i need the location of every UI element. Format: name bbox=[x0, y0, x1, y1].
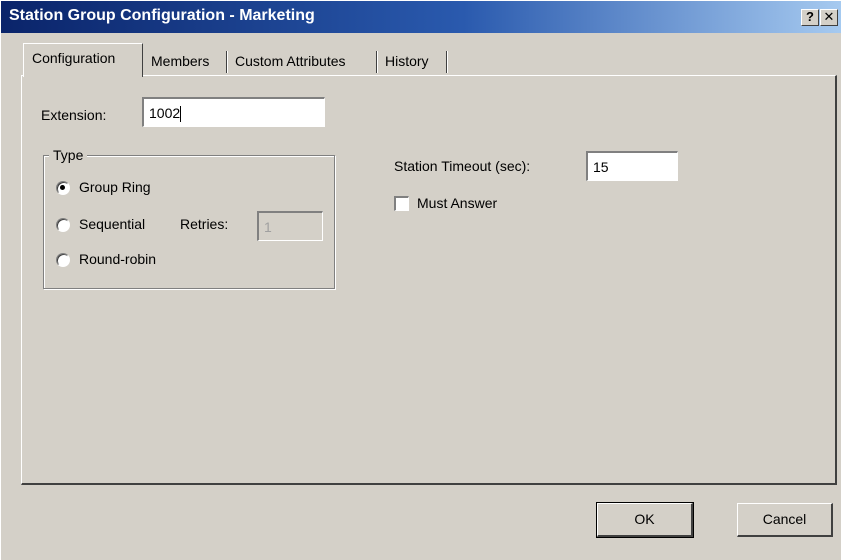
sequential-radio[interactable] bbox=[56, 218, 70, 232]
round-robin-radio[interactable] bbox=[56, 253, 70, 267]
tab-members[interactable]: Members bbox=[143, 47, 227, 75]
must-answer-label[interactable]: Must Answer bbox=[417, 195, 497, 211]
retries-value: 1 bbox=[264, 219, 272, 235]
extension-input[interactable]: 1002 bbox=[142, 97, 325, 127]
retries-label: Retries: bbox=[180, 216, 229, 232]
dialog-window: Station Group Configuration - Marketing … bbox=[0, 0, 841, 560]
text-cursor bbox=[180, 106, 182, 123]
tab-members-label: Members bbox=[151, 53, 210, 69]
title-bar[interactable]: Station Group Configuration - Marketing … bbox=[1, 1, 841, 33]
must-answer-checkbox[interactable] bbox=[394, 196, 409, 211]
extension-value: 1002 bbox=[149, 105, 181, 121]
cancel-button[interactable]: Cancel bbox=[737, 503, 833, 537]
window-title: Station Group Configuration - Marketing bbox=[9, 7, 315, 24]
group-ring-label[interactable]: Group Ring bbox=[79, 179, 151, 195]
sequential-label[interactable]: Sequential bbox=[79, 216, 145, 232]
tab-separator bbox=[446, 51, 447, 73]
type-group-title: Type bbox=[49, 147, 88, 163]
tab-history-label: History bbox=[385, 53, 429, 69]
station-timeout-label: Station Timeout (sec): bbox=[394, 158, 531, 174]
help-button[interactable]: ? bbox=[801, 9, 819, 26]
close-button[interactable]: ✕ bbox=[820, 9, 838, 26]
tab-custom-attributes-label: Custom Attributes bbox=[235, 53, 346, 69]
tab-configuration-label: Configuration bbox=[32, 50, 116, 66]
retries-input[interactable]: 1 bbox=[257, 211, 323, 241]
station-timeout-input[interactable]: 15 bbox=[586, 151, 678, 181]
round-robin-label[interactable]: Round-robin bbox=[79, 251, 156, 267]
tab-custom-attributes[interactable]: Custom Attributes bbox=[227, 47, 377, 75]
extension-label: Extension: bbox=[41, 107, 107, 123]
tab-configuration[interactable]: Configuration bbox=[23, 43, 143, 77]
station-timeout-value: 15 bbox=[593, 159, 609, 175]
group-ring-radio[interactable] bbox=[56, 181, 70, 195]
ok-button[interactable]: OK bbox=[596, 502, 694, 538]
tab-history[interactable]: History bbox=[377, 47, 447, 75]
